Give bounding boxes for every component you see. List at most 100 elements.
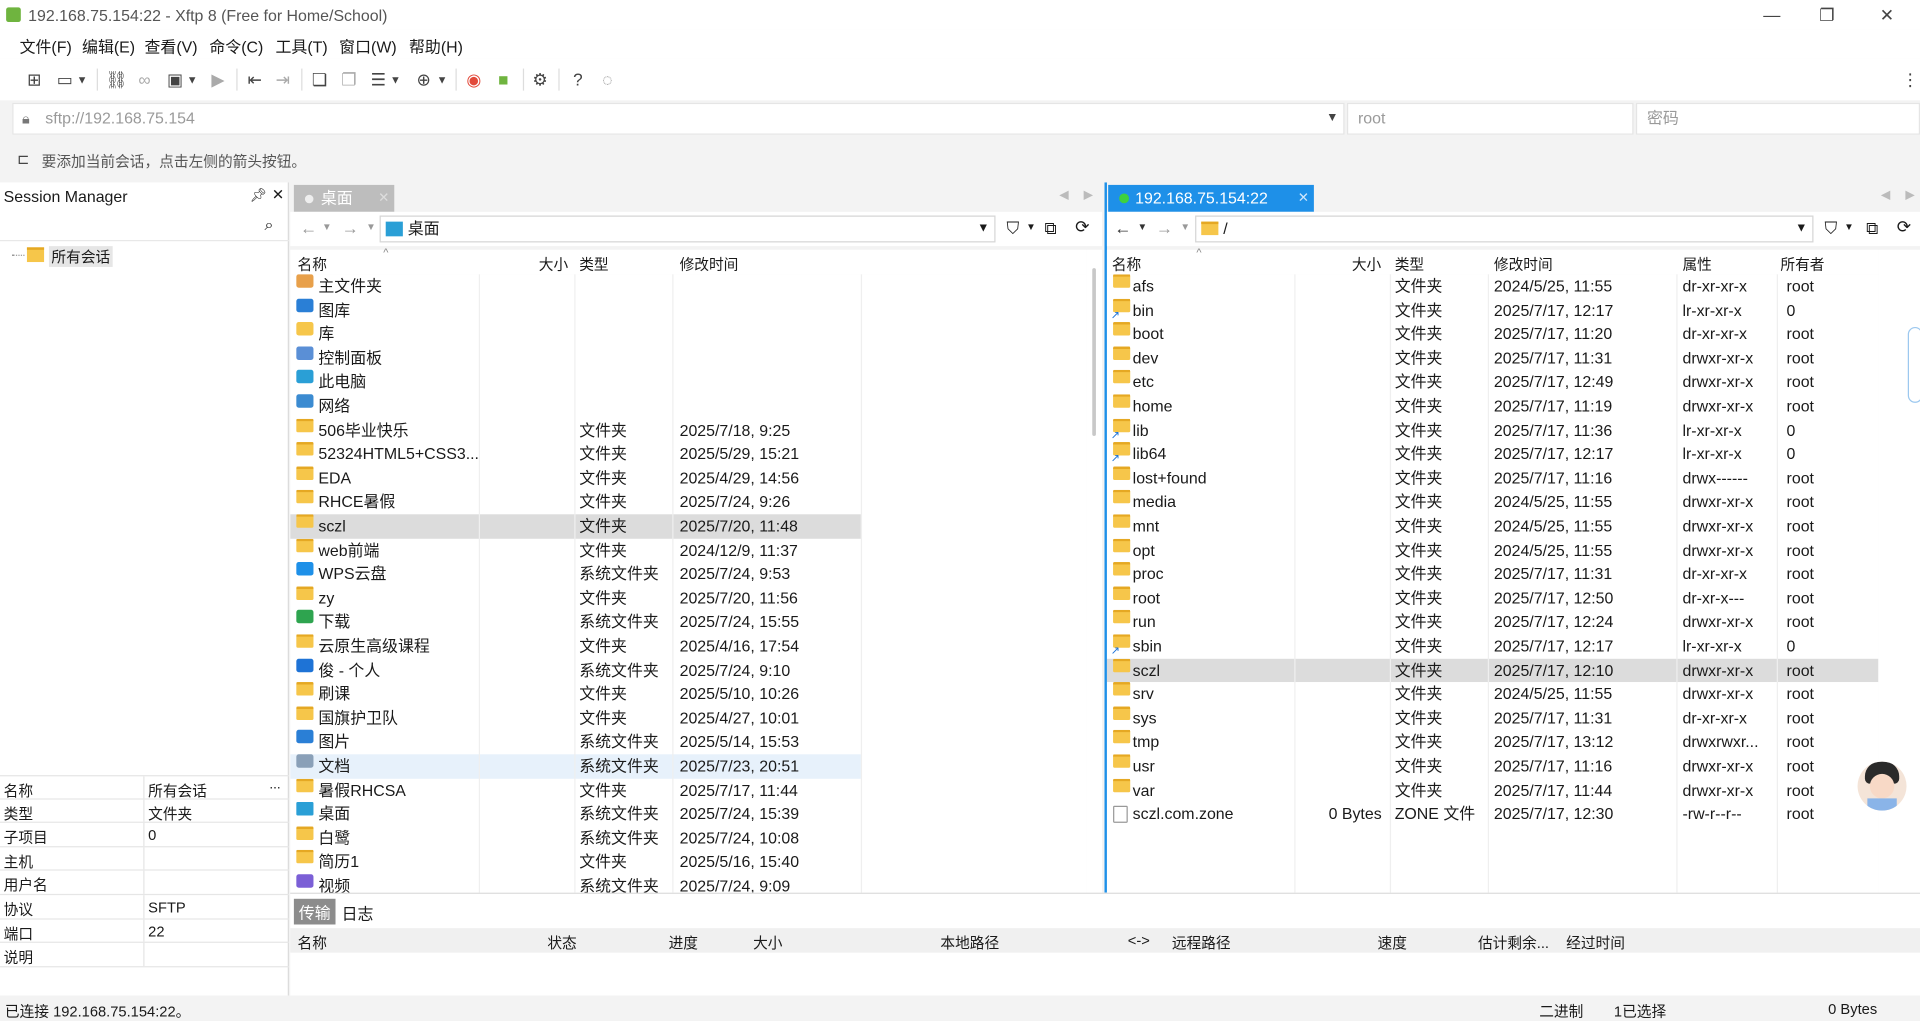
tab-desktop[interactable]: 桌面 ✕: [293, 184, 395, 212]
minimize-button[interactable]: —: [1760, 5, 1784, 25]
globe-icon[interactable]: ⊕: [413, 70, 435, 90]
search-icon[interactable]: ⌕: [264, 216, 273, 236]
file-row[interactable]: RHCE暑假 文件夹 2025/7/24, 9:26: [290, 490, 1086, 514]
file-row[interactable]: zy 文件夹 2025/7/20, 11:56: [290, 586, 1086, 610]
file-row[interactable]: usr 文件夹 2025/7/17, 11:16 drwxr-xr-x root: [1107, 754, 1878, 778]
close-tab-icon[interactable]: ✕: [1298, 185, 1309, 212]
remote-path-input[interactable]: / ▼: [1195, 215, 1814, 243]
reconnect-icon[interactable]: ⛓: [105, 70, 127, 90]
tab-log[interactable]: 日志: [342, 901, 374, 924]
file-row[interactable]: web前端 文件夹 2024/12/9, 11:37: [290, 538, 1086, 562]
forward-arrow-icon[interactable]: →: [1156, 218, 1173, 238]
file-row[interactable]: 此电脑: [290, 370, 1086, 394]
col-mtime[interactable]: 修改时间: [680, 253, 739, 274]
close-window-button[interactable]: ✕: [1875, 5, 1899, 26]
settings-gear-icon[interactable]: ⚙: [529, 70, 551, 90]
file-row[interactable]: afs 文件夹 2024/5/25, 11:55 dr-xr-xr-x root: [1107, 274, 1878, 298]
file-row[interactable]: opt 文件夹 2024/5/25, 11:55 drwxr-xr-x root: [1107, 538, 1878, 562]
col-name[interactable]: 名称: [1112, 253, 1141, 274]
file-row[interactable]: 控制面板: [290, 346, 1086, 370]
chevron-down-icon[interactable]: ▼: [1795, 217, 1807, 241]
chat-icon[interactable]: ◌: [596, 70, 618, 90]
dropdown-arrow-icon[interactable]: ▼: [322, 222, 332, 233]
file-row[interactable]: sczl 文件夹 2025/7/17, 12:10 drwxr-xr-x root: [1106, 658, 1879, 683]
side-handle[interactable]: [1907, 326, 1920, 403]
col-size[interactable]: 大小: [1352, 253, 1381, 274]
xftp-icon[interactable]: ■: [492, 70, 514, 90]
col-attributes[interactable]: 属性: [1682, 253, 1711, 274]
tab-scroll-left-icon[interactable]: ◀: [1881, 189, 1890, 202]
file-row[interactable]: 简历1 文件夹 2025/5/16, 15:40: [290, 850, 1086, 874]
dropdown-arrow-icon[interactable]: ▼: [389, 70, 401, 90]
chevron-down-icon[interactable]: ▼: [1326, 104, 1338, 133]
file-row[interactable]: home 文件夹 2025/7/17, 11:19 drwxr-xr-x root: [1107, 394, 1878, 418]
file-row[interactable]: 主文件夹: [290, 274, 1086, 298]
file-row[interactable]: 俊 - 个人 系统文件夹 2025/7/24, 9:10: [290, 658, 1086, 682]
file-row[interactable]: 桌面 系统文件夹 2025/7/24, 15:39: [290, 802, 1086, 826]
file-row[interactable]: root 文件夹 2025/7/17, 12:50 dr-xr-x--- root: [1107, 586, 1878, 610]
tcol-status[interactable]: 状态: [547, 932, 576, 953]
file-row[interactable]: ↗ lib 文件夹 2025/7/17, 11:36 lr-xr-xr-x 0: [1107, 418, 1878, 442]
col-owner[interactable]: 所有者: [1780, 253, 1824, 274]
file-row[interactable]: srv 文件夹 2024/5/25, 11:55 drwxr-xr-x root: [1107, 682, 1878, 706]
local-scrollbar[interactable]: [1086, 249, 1103, 893]
dropdown-arrow-icon[interactable]: ▼: [436, 70, 448, 90]
refresh-icon[interactable]: ⟳: [1897, 217, 1911, 238]
file-row[interactable]: sys 文件夹 2025/7/17, 11:31 dr-xr-xr-x root: [1107, 706, 1878, 730]
transfer-right-icon[interactable]: ⇥: [272, 70, 294, 90]
terminal-icon[interactable]: ▶: [207, 70, 229, 90]
tcol-name[interactable]: 名称: [298, 932, 327, 953]
file-row[interactable]: 网络: [290, 394, 1086, 418]
dropdown-arrow-icon[interactable]: ▼: [76, 70, 88, 90]
file-row[interactable]: sczl.com.zone 0 Bytes ZONE 文件 2025/7/17, 12…: [1107, 802, 1878, 826]
bookmark-icon[interactable]: ⛉: [1007, 218, 1020, 239]
back-arrow-icon[interactable]: ←: [1114, 218, 1131, 238]
help-icon[interactable]: ?: [567, 70, 589, 90]
menu-tools[interactable]: 工具(T): [276, 34, 328, 57]
tcol-speed[interactable]: 速度: [1378, 932, 1407, 953]
col-mtime[interactable]: 修改时间: [1494, 253, 1553, 274]
file-row[interactable]: 白鹭 系统文件夹 2025/7/24, 10:08: [290, 826, 1086, 850]
more-options-icon[interactable]: ⋮: [1899, 70, 1920, 90]
file-row[interactable]: 国旗护卫队 文件夹 2025/4/27, 10:01: [290, 706, 1086, 730]
tcol-progress[interactable]: 进度: [669, 932, 698, 953]
open-session-icon[interactable]: ▭: [54, 70, 76, 90]
new-window-icon[interactable]: ▣: [164, 70, 186, 90]
file-row[interactable]: ↗ sbin 文件夹 2025/7/17, 12:17 lr-xr-xr-x 0: [1107, 634, 1878, 658]
file-row[interactable]: boot 文件夹 2025/7/17, 11:20 dr-xr-xr-x root: [1107, 322, 1878, 346]
refresh-icon[interactable]: ⟳: [1075, 217, 1089, 238]
file-row[interactable]: 506毕业快乐 文件夹 2025/7/18, 9:25: [290, 418, 1086, 442]
tcol-direction[interactable]: <->: [1128, 932, 1150, 949]
new-folder-icon[interactable]: ⧉: [1044, 218, 1056, 239]
file-row[interactable]: mnt 文件夹 2024/5/25, 11:55 drwxr-xr-x root: [1107, 514, 1878, 538]
file-row[interactable]: etc 文件夹 2025/7/17, 12:49 drwxr-xr-x root: [1107, 370, 1878, 394]
host-url-input[interactable]: 🔒︎ sftp://192.168.75.154 ▼: [12, 102, 1345, 135]
disconnect-icon[interactable]: ∞: [133, 70, 155, 90]
close-tab-icon[interactable]: ✕: [378, 185, 389, 212]
dropdown-arrow-icon[interactable]: ▼: [186, 70, 198, 90]
tcol-eta[interactable]: 估计剩余...: [1478, 932, 1549, 953]
menu-help[interactable]: 帮助(H): [409, 34, 463, 57]
file-row[interactable]: proc 文件夹 2025/7/17, 11:31 dr-xr-xr-x root: [1107, 562, 1878, 586]
list-view-icon[interactable]: ☰: [367, 70, 389, 90]
username-input[interactable]: root: [1346, 102, 1634, 135]
tab-transfer[interactable]: 传输: [293, 898, 336, 925]
file-row[interactable]: 52324HTML5+CSS3... 文件夹 2025/5/29, 15:21: [290, 442, 1086, 466]
tcol-size[interactable]: 大小: [753, 932, 782, 953]
col-type[interactable]: 类型: [579, 253, 608, 274]
tab-scroll-left-icon[interactable]: ◀: [1059, 189, 1068, 202]
dropdown-arrow-icon[interactable]: ▼: [1026, 222, 1036, 233]
dropdown-arrow-icon[interactable]: ▼: [1138, 222, 1148, 233]
tcol-elapsed[interactable]: 经过时间: [1566, 932, 1625, 953]
password-input[interactable]: 密码: [1635, 102, 1920, 135]
file-row[interactable]: dev 文件夹 2025/7/17, 11:31 drwxr-xr-x root: [1107, 346, 1878, 370]
file-row[interactable]: WPS云盘 系统文件夹 2025/7/24, 9:53: [290, 562, 1086, 586]
file-row[interactable]: 下载 系统文件夹 2025/7/24, 15:55: [290, 610, 1086, 634]
paste-icon[interactable]: ❐: [338, 70, 360, 90]
xshell-icon[interactable]: ◉: [463, 70, 485, 90]
transfer-left-icon[interactable]: ⇤: [244, 70, 266, 90]
file-row[interactable]: EDA 文件夹 2025/4/29, 14:56: [290, 466, 1086, 490]
tcol-local-path[interactable]: 本地路径: [940, 932, 999, 953]
close-panel-icon[interactable]: ✕: [272, 186, 284, 203]
assistant-avatar[interactable]: [1857, 761, 1907, 811]
